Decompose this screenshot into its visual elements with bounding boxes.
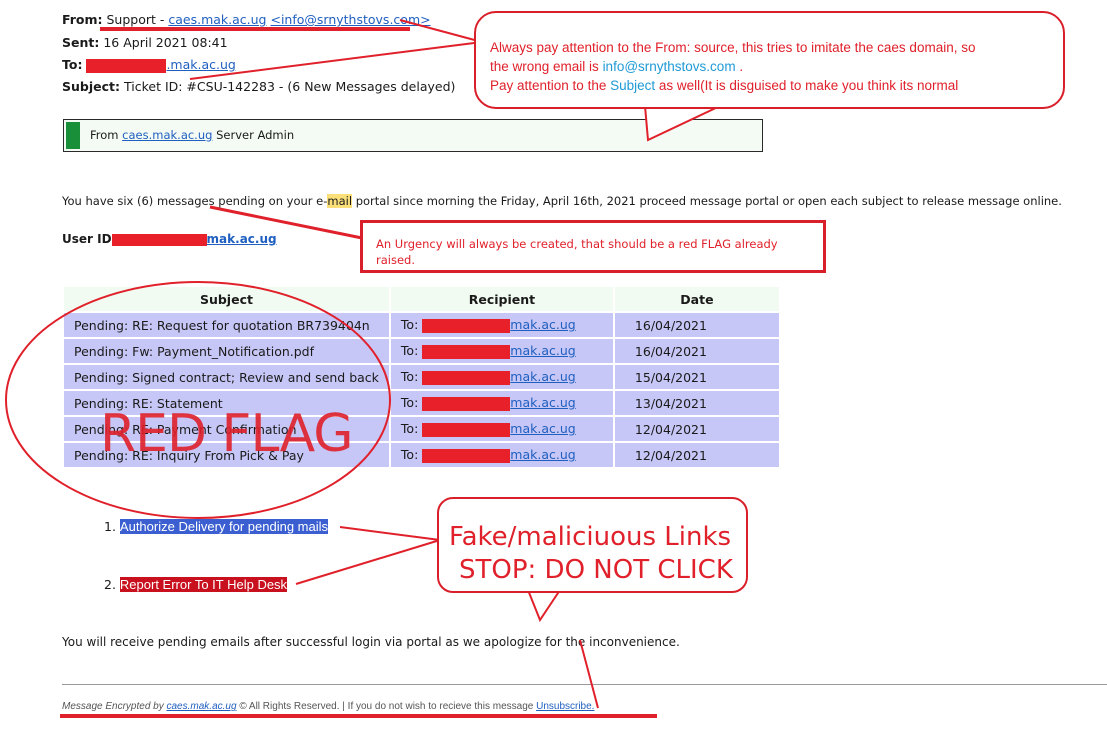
urgency-warning-callout: An Urgency will always be created, that … <box>360 220 826 273</box>
red-flag-label: RED FLAG <box>100 404 354 464</box>
from-pointer-line <box>399 19 483 43</box>
from-warning-callout: Always pay attention to the From: source… <box>474 11 1065 109</box>
red-flag-ellipse <box>5 281 391 519</box>
fake-links-callout: Fake/maliciuous Links STOP: DO NOT CLICK <box>437 497 748 593</box>
link2-pointer-line <box>295 539 441 585</box>
from-callout-tail <box>644 105 721 142</box>
links-callout-tail <box>527 589 561 623</box>
link1-pointer-line <box>339 526 441 541</box>
annotation-overlay <box>5 19 721 709</box>
urgency-pointer-line <box>209 205 363 240</box>
subject-pointer-line <box>189 41 483 80</box>
unsubscribe-pointer-line <box>579 639 599 709</box>
